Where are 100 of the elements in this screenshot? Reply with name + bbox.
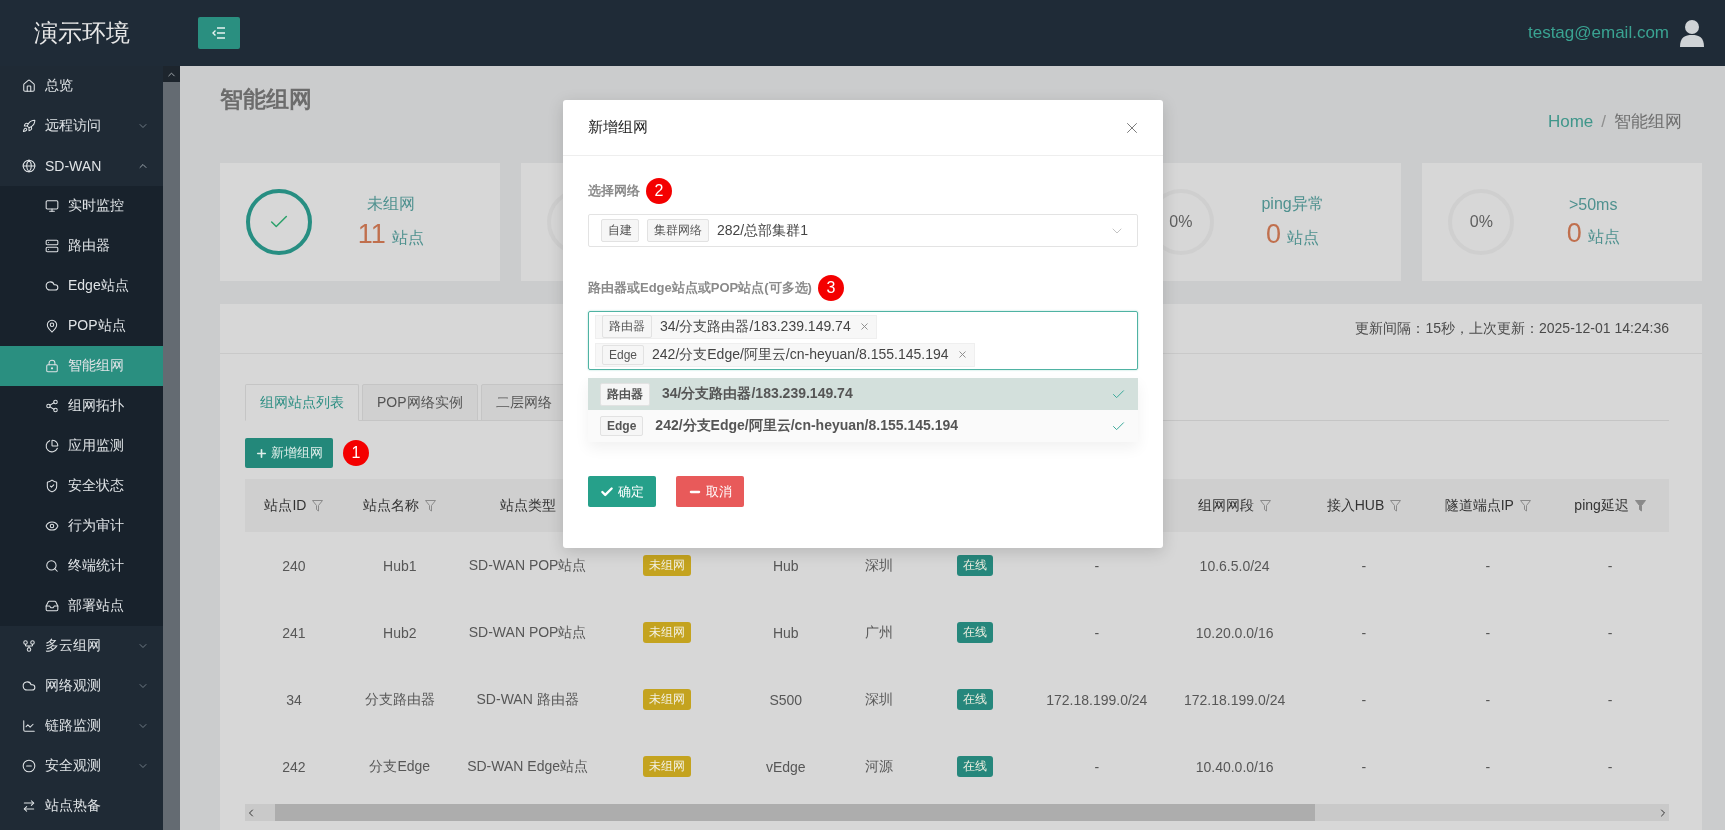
sidebar-item[interactable]: 网络观测 — [0, 666, 163, 706]
table-cell: 34 — [286, 691, 302, 708]
table-cell: - — [1607, 624, 1613, 641]
remove-icon[interactable] — [858, 321, 870, 332]
remove-icon[interactable] — [956, 349, 968, 360]
pie-chart-icon — [45, 439, 59, 453]
status-tag: 在线 — [957, 622, 994, 643]
dialog-title: 新增组网 — [588, 118, 648, 137]
filter-icon[interactable] — [425, 499, 437, 512]
sidebar-item[interactable]: 实时监控 — [0, 186, 163, 226]
table-cell: - — [1485, 758, 1491, 775]
table-cell: Hub — [772, 624, 799, 641]
status-tag: 在线 — [957, 756, 994, 777]
filter-icon[interactable] — [1390, 499, 1402, 512]
table-cell: - — [1361, 624, 1367, 641]
plus-icon — [255, 446, 268, 460]
status-tag: 未组网 — [643, 689, 692, 710]
table-cell: - — [1485, 691, 1491, 708]
arrows-icon — [22, 799, 36, 813]
option-text: 34/分支路由器/183.239.149.74 — [662, 385, 854, 403]
sidebar-item[interactable]: Edge站点 — [0, 266, 163, 306]
table-cell: - — [1361, 758, 1367, 775]
sidebar-item[interactable]: 总览 — [0, 66, 163, 106]
multi-select[interactable]: 路由器 34/分支路由器/183.239.149.74 Edge 242/分支Edge/阿里云/cn-heyuan/8.155.145.194 — [588, 311, 1138, 370]
sidebar-item[interactable]: 终端统计 — [0, 546, 163, 586]
sidebar-item[interactable]: 站点热备 — [0, 786, 163, 826]
cloud-icon — [22, 679, 36, 693]
stat-unit: 站点 — [1587, 226, 1620, 247]
home-icon — [22, 79, 36, 93]
menu-button[interactable] — [198, 17, 240, 49]
step-marker: 2 — [646, 178, 672, 204]
type-tag: Edge — [600, 416, 644, 436]
stat-value: 0 — [1566, 217, 1582, 249]
table-cell: S500 — [769, 691, 803, 708]
stat-label: >50ms — [1568, 195, 1618, 214]
lock-icon — [45, 359, 59, 373]
breadcrumb-separator: / — [1601, 111, 1606, 132]
stat-label: ping异常 — [1261, 194, 1324, 214]
table-cell: 广州 — [865, 623, 894, 642]
table-cell: - — [1607, 691, 1613, 708]
sidebar-item[interactable]: 链路监测 — [0, 706, 163, 746]
column-header: 站点ID — [264, 496, 307, 515]
step-marker: 1 — [343, 440, 369, 466]
monitor-icon — [45, 199, 59, 213]
filter-icon[interactable] — [312, 499, 324, 512]
sidebar-item[interactable]: POP站点 — [0, 306, 163, 346]
filter-icon[interactable] — [1260, 499, 1272, 512]
sidebar-item[interactable]: 多云组网 — [0, 626, 163, 666]
chip-text: 242/分支Edge/阿里云/cn-heyuan/8.155.145.194 — [652, 345, 949, 364]
eye-icon — [45, 519, 59, 533]
table-cell: SD-WAN 路由器 — [476, 690, 579, 709]
column-header: 站点名称 — [363, 496, 420, 515]
status-tag: 未组网 — [643, 555, 692, 576]
horizontal-scrollbar[interactable] — [245, 804, 1669, 821]
sidebar-item[interactable]: 部署站点 — [0, 586, 163, 626]
table-cell: - — [1485, 624, 1491, 641]
sidebar-item[interactable]: 远程访问 — [0, 106, 163, 146]
table-cell: vEdge — [765, 758, 806, 775]
status-tag: 在线 — [957, 689, 994, 710]
table-cell: 深圳 — [865, 690, 894, 709]
table-cell: 河源 — [865, 757, 894, 776]
filter-icon[interactable] — [1634, 499, 1646, 512]
type-tag: 路由器 — [600, 382, 650, 406]
table-cell: 10.40.0.0/16 — [1195, 758, 1274, 775]
scrollbar[interactable] — [163, 66, 180, 830]
table-cell: - — [1607, 758, 1613, 775]
dropdown-option[interactable]: Edge 242/分支Edge/阿里云/cn-heyuan/8.155.145.194 — [588, 410, 1138, 442]
sidebar-item[interactable]: 行为审计 — [0, 506, 163, 546]
sidebar-item[interactable]: 组网拓扑 — [0, 386, 163, 426]
sidebar-item[interactable]: SD-WAN — [0, 146, 163, 186]
table-cell: 172.18.199.0/24 — [1046, 691, 1148, 708]
column-header: 隧道端点IP — [1444, 496, 1514, 515]
minus-circle-icon — [22, 759, 36, 773]
fork-icon — [22, 639, 36, 653]
shield-check-icon — [45, 479, 59, 493]
table-cell: 10.6.5.0/24 — [1199, 557, 1270, 574]
search-icon — [45, 559, 59, 573]
user-avatar-icon[interactable] — [1679, 19, 1705, 47]
add-network-button[interactable]: 新增组网 — [245, 438, 333, 468]
tab[interactable]: POP网络实例 — [362, 384, 478, 421]
sidebar-item[interactable]: 应用监测 — [0, 426, 163, 466]
status-tag: 未组网 — [643, 756, 692, 777]
stat-unit: 站点 — [1287, 228, 1320, 248]
globe-icon — [22, 159, 36, 173]
dropdown-option[interactable]: 路由器 34/分支路由器/183.239.149.74 — [588, 378, 1138, 410]
cloud-icon — [45, 279, 59, 293]
column-header: ping延迟 — [1574, 496, 1629, 515]
filter-icon[interactable] — [1519, 499, 1531, 512]
network-select[interactable]: 自建 集群网络 282/总部集群1 — [588, 214, 1138, 247]
table-cell: 分支Edge — [369, 757, 431, 776]
user-email[interactable]: testag@email.com — [1527, 23, 1669, 43]
sidebar-item[interactable]: 路由器 — [0, 226, 163, 266]
table-cell: - — [1361, 691, 1367, 708]
table-cell: 242 — [282, 758, 306, 775]
type-tag: 集群网络 — [647, 219, 709, 242]
sidebar-item[interactable]: 安全状态 — [0, 466, 163, 506]
stat-value: 0 — [1266, 219, 1282, 250]
column-header: 组网网段 — [1198, 496, 1255, 515]
rocket-icon — [22, 119, 36, 133]
sidebar-item[interactable]: 安全观测 — [0, 746, 163, 786]
